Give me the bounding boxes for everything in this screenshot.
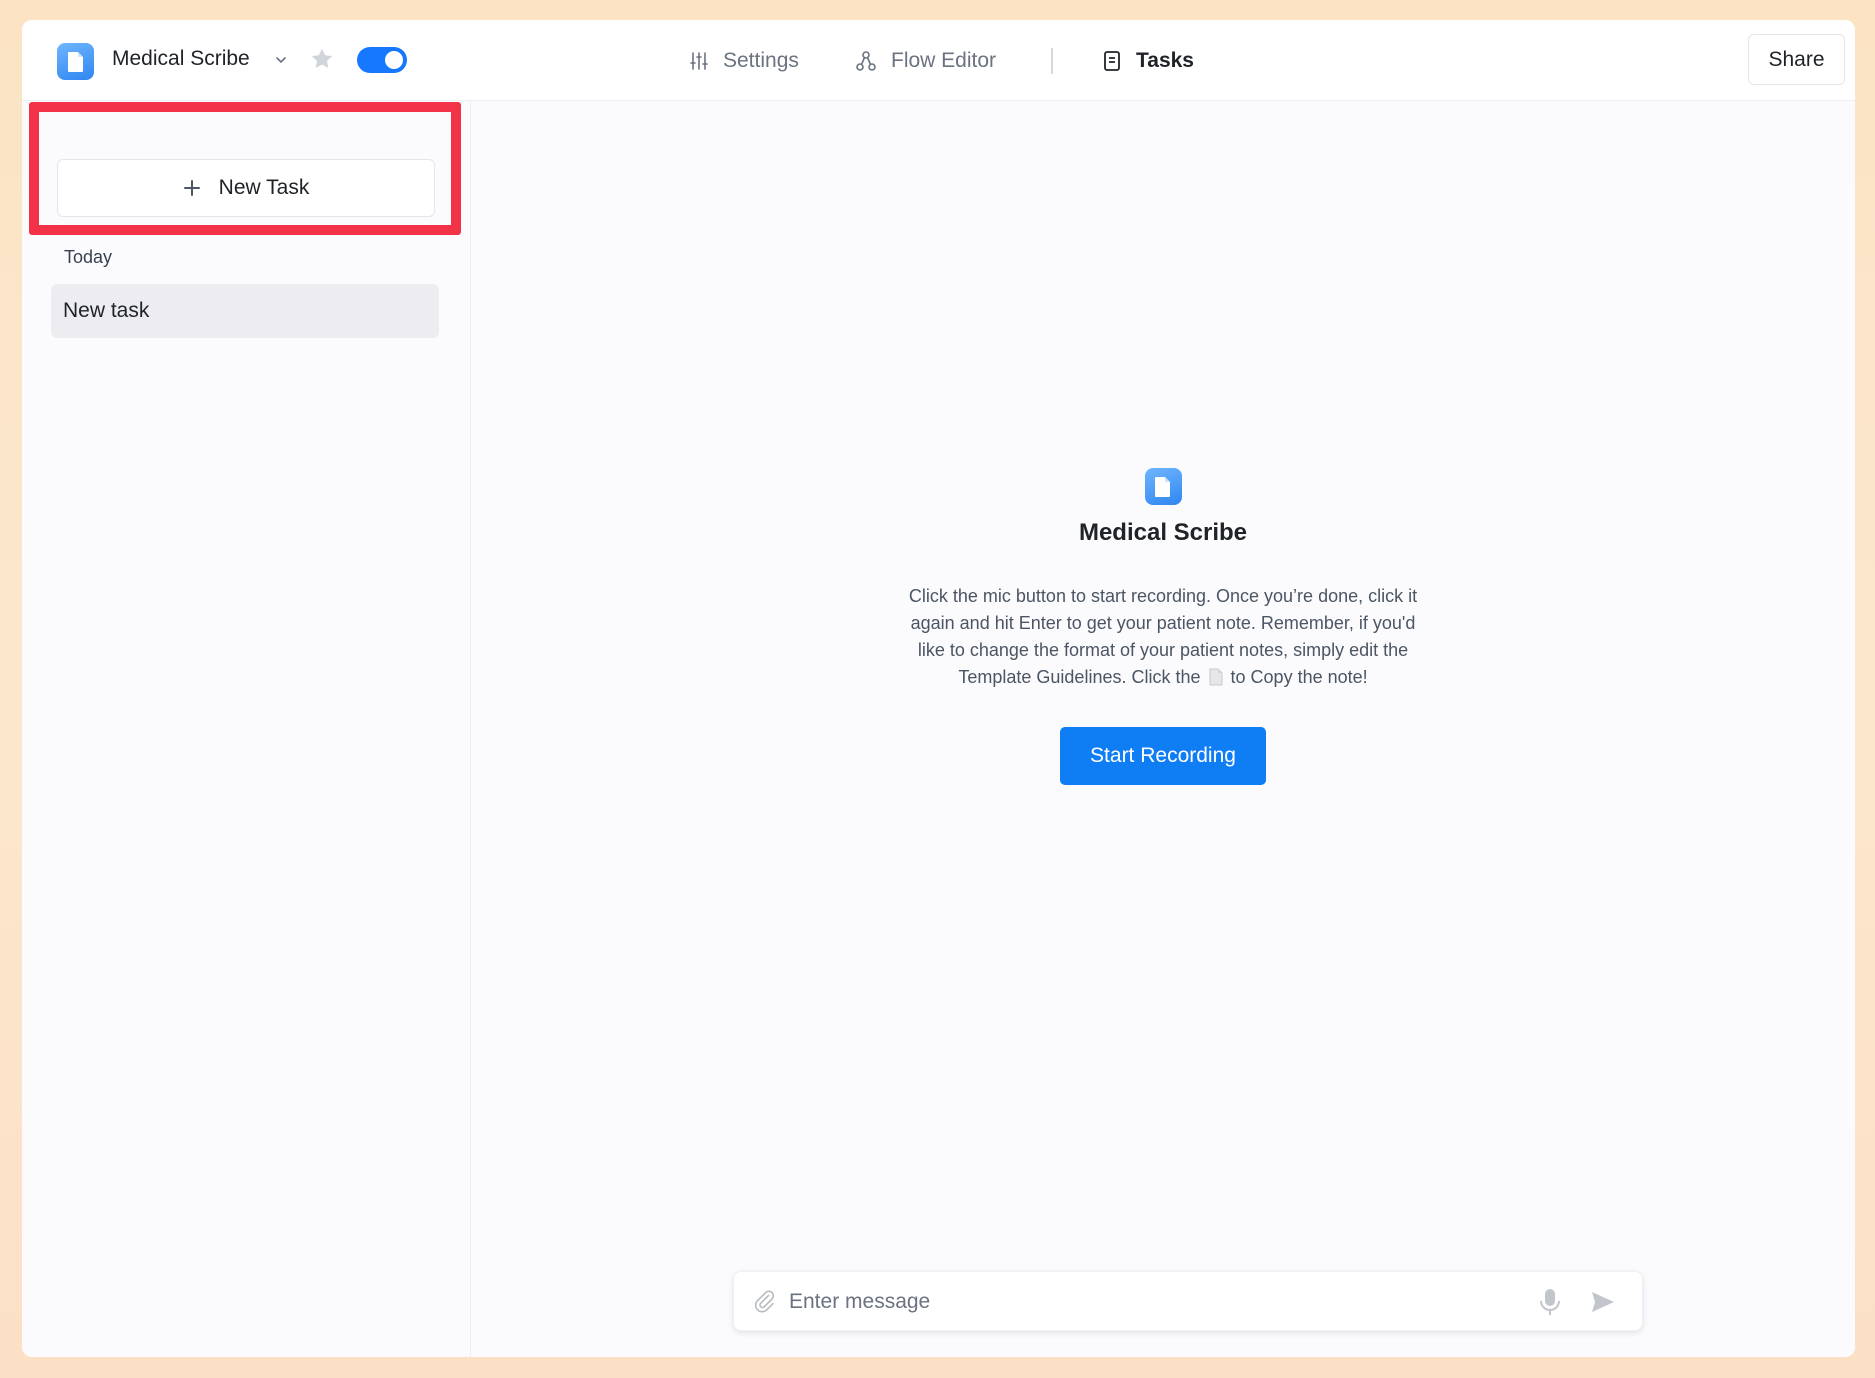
app-name[interactable]: Medical Scribe	[112, 47, 250, 71]
chevron-down-icon[interactable]	[272, 51, 290, 69]
new-task-button[interactable]: New Task	[57, 159, 435, 217]
nav-divider	[1051, 48, 1053, 74]
sliders-icon	[690, 52, 708, 70]
plus-icon	[183, 180, 200, 196]
document-icon[interactable]	[57, 43, 94, 80]
star-icon[interactable]	[309, 46, 335, 72]
message-composer	[733, 1271, 1643, 1331]
document-icon	[1144, 468, 1182, 505]
tab-settings[interactable]: Settings	[689, 45, 799, 77]
tab-flow-editor[interactable]: Flow Editor	[855, 45, 996, 77]
group-label-today: Today	[64, 247, 113, 267]
message-input[interactable]	[789, 1282, 1489, 1322]
enable-toggle[interactable]	[357, 47, 407, 73]
flow-icon	[856, 51, 876, 71]
sidebar-task-item[interactable]: New task	[51, 284, 439, 338]
main-panel: Medical Scribe Click the mic button to s…	[471, 101, 1855, 1357]
tasks-icon	[1104, 51, 1120, 71]
copy-document-icon	[1209, 668, 1223, 686]
tab-settings-label: Settings	[723, 49, 799, 72]
description-text-part2: to Copy the note!	[1230, 667, 1368, 687]
share-button[interactable]: Share	[1748, 34, 1845, 85]
tab-flow-editor-label: Flow Editor	[891, 49, 997, 72]
toggle-knob	[385, 51, 403, 69]
top-bar: Medical Scribe Settings Flow Editor Task…	[22, 20, 1855, 101]
welcome-description: Click the mic button to start recording.…	[903, 583, 1423, 691]
send-icon[interactable]	[1589, 1288, 1617, 1316]
paperclip-icon[interactable]	[752, 1289, 776, 1313]
new-task-label: New Task	[218, 176, 310, 199]
tab-tasks[interactable]: Tasks	[1102, 45, 1194, 77]
app-window: Medical Scribe Settings Flow Editor Task…	[22, 20, 1855, 1357]
start-recording-button[interactable]: Start Recording	[1060, 727, 1266, 785]
welcome-title: Medical Scribe	[1078, 519, 1248, 546]
sidebar: New Task Today New task	[22, 101, 471, 1357]
tab-tasks-label: Tasks	[1136, 49, 1194, 72]
welcome-panel: Medical Scribe Click the mic button to s…	[471, 468, 1855, 785]
mic-icon[interactable]	[1537, 1287, 1563, 1317]
